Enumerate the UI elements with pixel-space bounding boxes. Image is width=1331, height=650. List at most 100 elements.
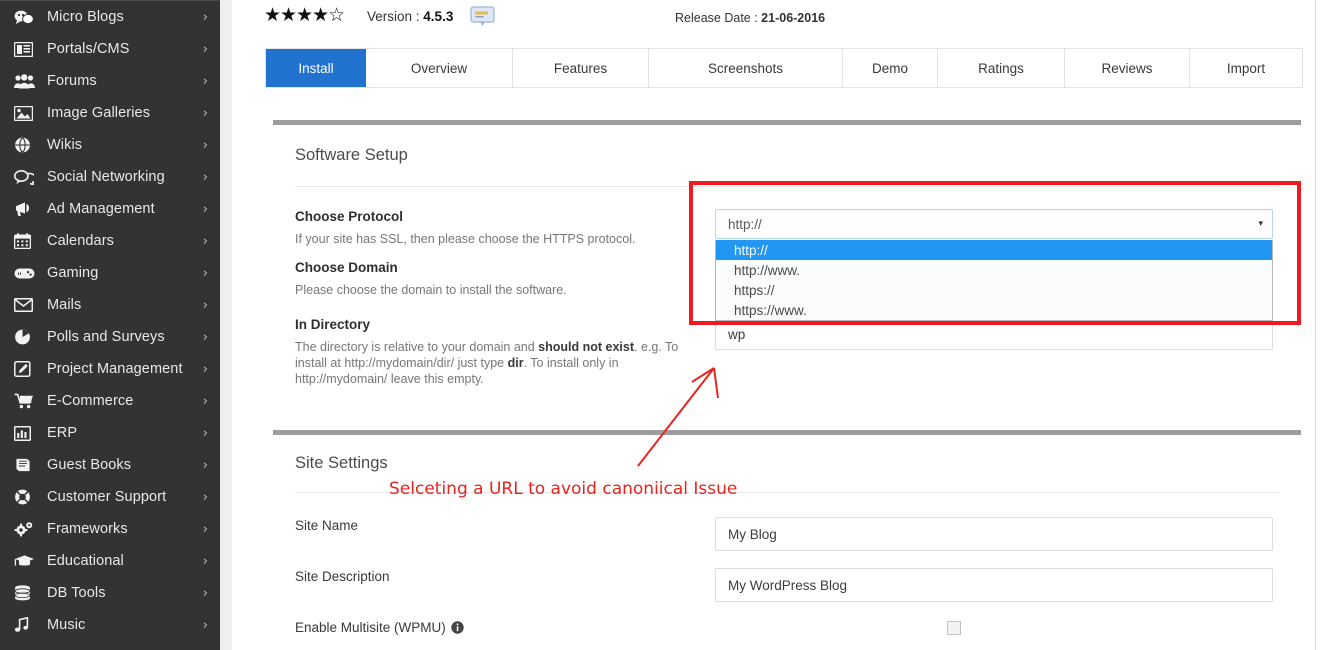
chevron-right-icon: ›: [202, 169, 208, 185]
sidebar-item-label: ERP: [47, 425, 78, 441]
tab-features[interactable]: Features: [513, 49, 649, 87]
page-root: Micro Blogs › Portals/CMS › Forums › Ima…: [0, 0, 1331, 650]
sidebar-item-erp[interactable]: ERP ›: [0, 417, 220, 449]
sidebar-item-label: Micro Blogs: [47, 9, 124, 25]
music-icon: [14, 616, 38, 634]
sidebar-item-social-networking[interactable]: Social Networking ›: [0, 161, 220, 193]
protocol-select[interactable]: http:// ▾: [715, 209, 1273, 239]
sidebar-item-wikis[interactable]: Wikis ›: [0, 129, 220, 161]
tab-overview[interactable]: Overview: [366, 49, 513, 87]
sidebar-item-guest-books[interactable]: Guest Books ›: [0, 449, 220, 481]
chevron-right-icon: ›: [202, 521, 208, 537]
sidebar-item-mails[interactable]: Mails ›: [0, 289, 220, 321]
chevron-right-icon: ›: [202, 393, 208, 409]
chevron-right-icon: ›: [202, 457, 208, 473]
tab-ratings[interactable]: Ratings: [938, 49, 1065, 87]
chevron-right-icon: ›: [202, 41, 208, 57]
sidebar-item-calendars[interactable]: Calendars ›: [0, 225, 220, 257]
wikis-icon: [14, 136, 38, 154]
protocol-option-https[interactable]: https://: [716, 280, 1272, 300]
chevron-right-icon: ›: [202, 73, 208, 89]
sidebar-item-ad-management[interactable]: Ad Management ›: [0, 193, 220, 225]
rating-stars: ★★★★☆: [264, 4, 345, 26]
protocol-select-options: http:// http://www. https:// https://www…: [715, 240, 1273, 321]
site-description-input[interactable]: My WordPress Blog: [715, 568, 1273, 602]
sidebar-item-label: Polls and Surveys: [47, 329, 165, 345]
ecommerce-icon: [14, 392, 38, 410]
version-info: Version : 4.5.3: [367, 9, 453, 24]
release-date: Release Date : 21-06-2016: [675, 11, 825, 25]
software-setup-bar: [273, 120, 1301, 125]
choose-domain-help: Please choose the domain to install the …: [295, 283, 567, 297]
version-value: 4.5.3: [423, 9, 454, 24]
chevron-right-icon: ›: [202, 329, 208, 345]
enable-multisite-label: Enable Multisite (WPMU): [295, 620, 464, 637]
tab-screenshots[interactable]: Screenshots: [649, 49, 843, 87]
release-date-label: Release Date :: [675, 11, 758, 25]
sidebar-item-polls-and-surveys[interactable]: Polls and Surveys ›: [0, 321, 220, 353]
chevron-right-icon: ›: [202, 617, 208, 633]
sidebar-item-music[interactable]: Music ›: [0, 609, 220, 641]
image-galleries-icon: [14, 104, 38, 122]
protocol-option-http-www[interactable]: http://www.: [716, 260, 1272, 280]
enable-multisite-checkbox[interactable]: [947, 621, 961, 635]
annotation-text: Selceting a URL to avoid canoniical Issu…: [389, 479, 738, 499]
db-tools-icon: [14, 584, 38, 602]
polls-surveys-icon: [14, 328, 38, 346]
gaming-icon: [14, 264, 38, 282]
main-content: ★★★★☆ Version : 4.5.3 Release Date : 21-…: [232, 0, 1323, 650]
tab-demo[interactable]: Demo: [843, 49, 938, 87]
sidebar-item-label: Mails: [47, 297, 82, 313]
chevron-right-icon: ›: [202, 9, 208, 25]
tab-reviews[interactable]: Reviews: [1065, 49, 1190, 87]
rating-full-stars: ★★★★: [264, 4, 329, 26]
site-name-input[interactable]: My Blog: [715, 517, 1273, 551]
scrollbar-track[interactable]: [1315, 0, 1323, 650]
sidebar-item-label: Portals/CMS: [47, 41, 130, 57]
sidebar-item-project-management[interactable]: Project Management ›: [0, 353, 220, 385]
help-bold-should-not-exist: should not exist: [538, 340, 635, 354]
info-icon[interactable]: [451, 621, 464, 637]
protocol-option-http[interactable]: http://: [716, 240, 1272, 260]
sidebar-item-portals-cms[interactable]: Portals/CMS ›: [0, 33, 220, 65]
changelog-icon[interactable]: [470, 6, 495, 28]
script-header: ★★★★☆ Version : 4.5.3 Release Date : 21-…: [232, 0, 1315, 38]
sidebar-item-label: Ad Management: [47, 201, 155, 217]
in-directory-input[interactable]: wp: [715, 318, 1273, 350]
choose-protocol-help: If your site has SSL, then please choose…: [295, 232, 636, 246]
in-directory-label: In Directory: [295, 317, 371, 332]
release-date-value: 21-06-2016: [761, 11, 826, 25]
sidebar-item-customer-support[interactable]: Customer Support ›: [0, 481, 220, 513]
educational-icon: [14, 552, 38, 570]
sidebar-item-micro-blogs[interactable]: Micro Blogs ›: [0, 1, 220, 33]
sidebar-item-label: Customer Support: [47, 489, 167, 505]
sidebar-item-educational[interactable]: Educational ›: [0, 545, 220, 577]
sidebar-item-forums[interactable]: Forums ›: [0, 65, 220, 97]
customer-support-icon: [14, 488, 38, 506]
tab-import[interactable]: Import: [1190, 49, 1302, 87]
choose-domain-label: Choose Domain: [295, 260, 398, 275]
sidebar-item-gaming[interactable]: Gaming ›: [0, 257, 220, 289]
protocol-option-https-www[interactable]: https://www.: [716, 300, 1272, 320]
sidebar-item-e-commerce[interactable]: E-Commerce ›: [0, 385, 220, 417]
portals-cms-icon: [14, 40, 38, 58]
erp-icon: [14, 424, 38, 442]
chevron-down-icon: ▾: [1258, 219, 1263, 229]
sidebar-item-label: DB Tools: [47, 585, 106, 601]
rating-half-star: ☆: [328, 4, 345, 26]
sidebar-item-image-galleries[interactable]: Image Galleries ›: [0, 97, 220, 129]
sidebar-item-db-tools[interactable]: DB Tools ›: [0, 577, 220, 609]
ad-management-icon: [14, 200, 38, 218]
sidebar-item-label: Project Management: [47, 361, 183, 377]
sidebar-item-frameworks[interactable]: Frameworks ›: [0, 513, 220, 545]
in-directory-help: The directory is relative to your domain…: [295, 339, 687, 387]
chevron-right-icon: ›: [202, 265, 208, 281]
sidebar-item-label: E-Commerce: [47, 393, 134, 409]
project-management-icon: [14, 360, 38, 378]
sidebar-item-label: Forums: [47, 73, 97, 89]
protocol-select-value: http://: [728, 216, 762, 232]
tab-install[interactable]: Install: [266, 49, 366, 87]
chevron-right-icon: ›: [202, 297, 208, 313]
software-setup-title: Software Setup: [295, 146, 408, 164]
choose-protocol-label: Choose Protocol: [295, 209, 404, 224]
